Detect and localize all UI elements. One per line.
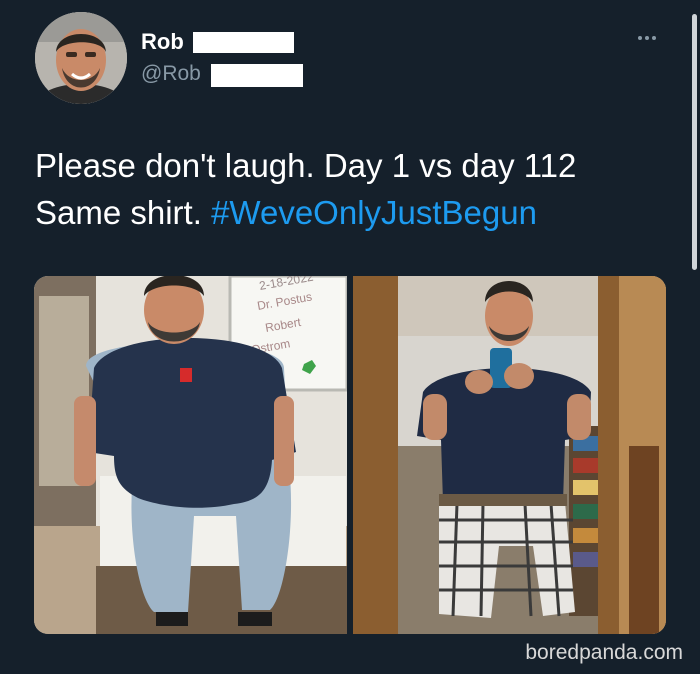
before-photo-image: 2-18-2022 Dr. Postus Robert Ostrom: [34, 276, 347, 634]
author-name-row: Rob: [141, 28, 184, 56]
redacted-name-bar: [193, 32, 294, 53]
more-options-icon[interactable]: [638, 36, 656, 40]
display-name[interactable]: Rob: [141, 29, 184, 55]
avatar[interactable]: [35, 12, 127, 104]
after-photo[interactable]: [353, 276, 666, 634]
redacted-handle-bar: [211, 64, 303, 87]
scrollbar[interactable]: [692, 14, 697, 270]
watermark: boredpanda.com: [525, 641, 683, 664]
avatar-photo: [35, 12, 127, 104]
tweet-text: Please don't laugh. Day 1 vs day 112 Sam…: [35, 142, 655, 236]
before-photo[interactable]: 2-18-2022 Dr. Postus Robert Ostrom: [34, 276, 347, 634]
tweet-media[interactable]: 2-18-2022 Dr. Postus Robert Ostrom: [34, 276, 666, 634]
hashtag-link[interactable]: #WeveOnlyJustBegun: [211, 194, 537, 231]
after-photo-image: [353, 276, 666, 634]
user-handle[interactable]: @Rob: [141, 62, 201, 86]
